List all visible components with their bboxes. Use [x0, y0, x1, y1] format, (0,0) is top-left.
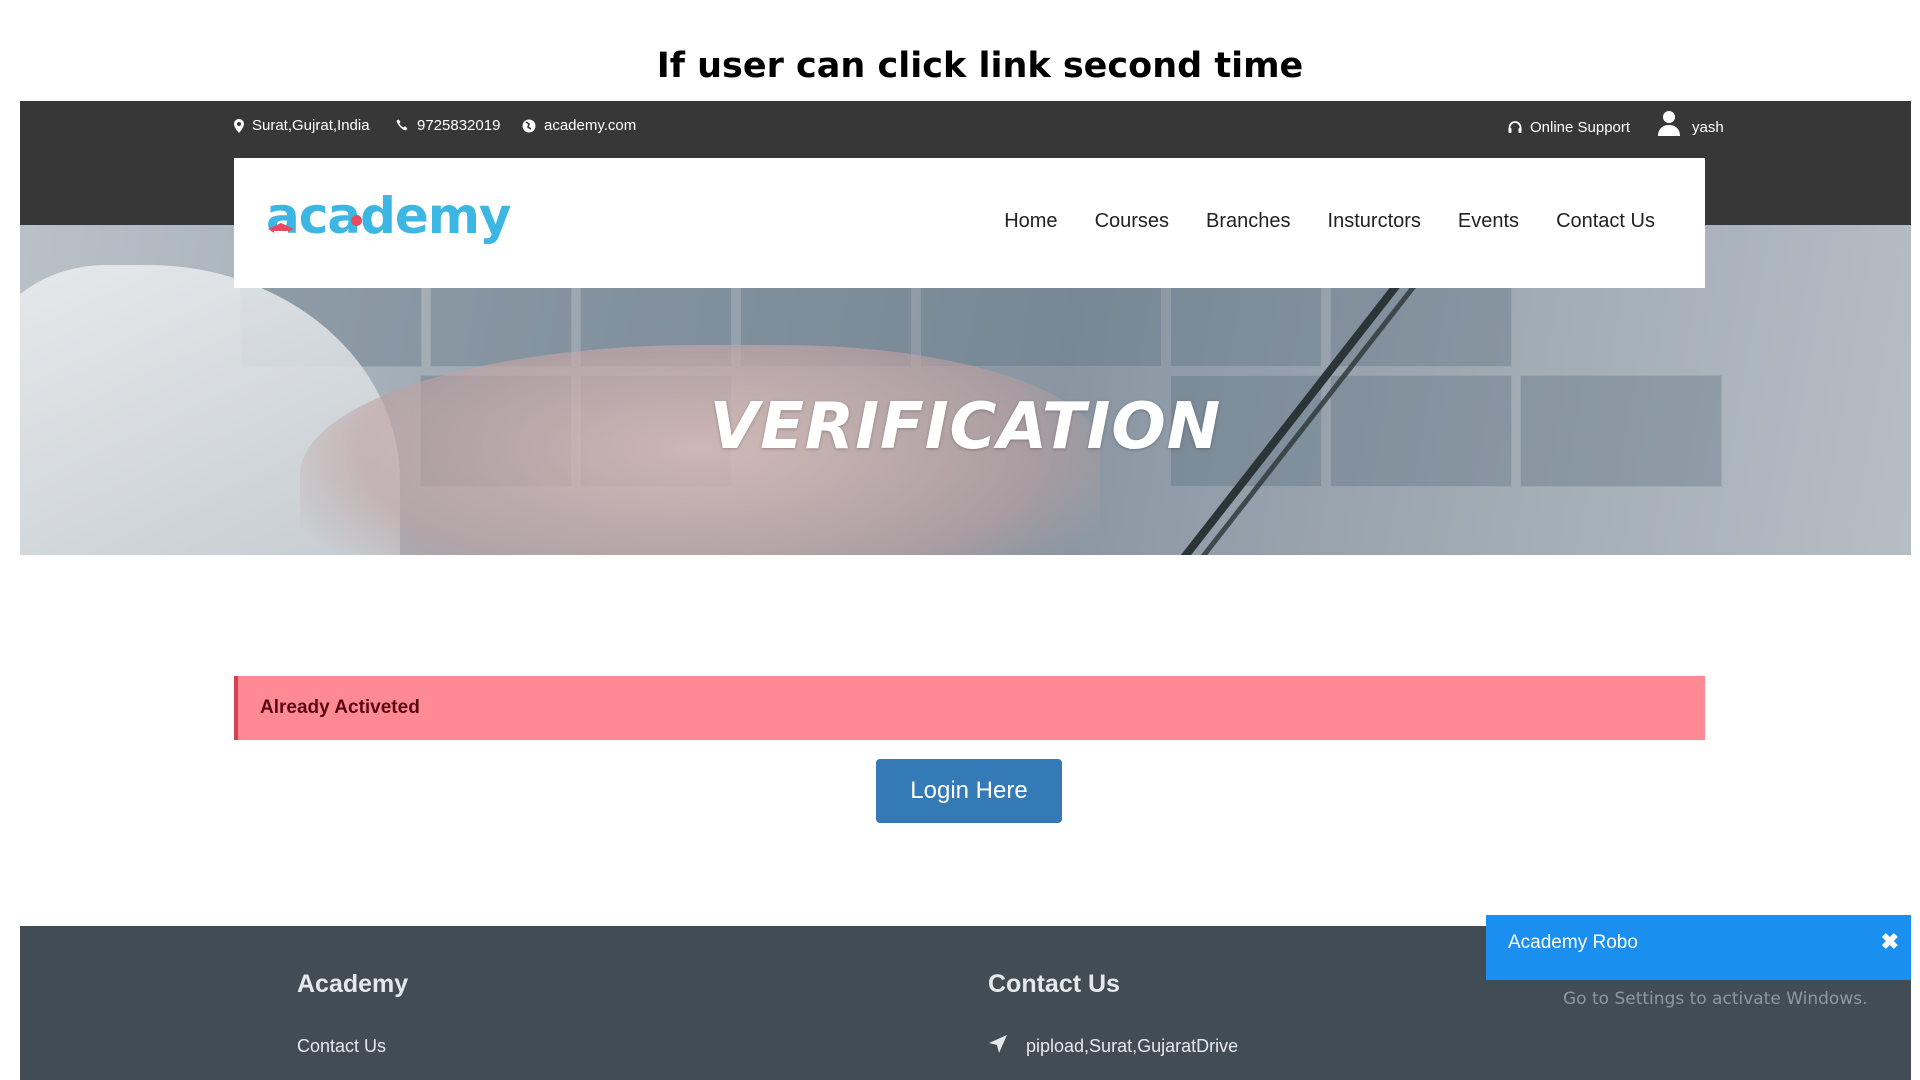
user-menu[interactable]: yash	[1658, 109, 1724, 136]
location-arrow-icon	[988, 1034, 1008, 1059]
chat-widget-title: Academy Robo	[1508, 932, 1638, 953]
main-navbar: academy Home Courses Branches Insturctor…	[234, 158, 1705, 288]
close-icon[interactable]: ✖	[1881, 929, 1899, 955]
online-support-link[interactable]: Online Support	[1508, 119, 1630, 136]
location-text: Surat,Gujrat,India	[252, 117, 370, 134]
user-name: yash	[1692, 119, 1724, 136]
logo-text: academy	[266, 187, 512, 245]
address-text: pipload,Surat,GujaratDrive	[1026, 1036, 1239, 1056]
user-icon	[1658, 110, 1680, 136]
phone-icon	[396, 119, 409, 132]
globe-icon	[522, 119, 536, 133]
footer-academy-heading: Academy	[297, 970, 409, 998]
location-info: Surat,Gujrat,India	[234, 117, 370, 134]
academy-logo[interactable]: academy	[266, 186, 512, 246]
login-here-button[interactable]: Login Here	[876, 759, 1062, 823]
nav-branches[interactable]: Branches	[1206, 210, 1291, 233]
chat-widget[interactable]: Academy Robo ✖	[1486, 915, 1911, 980]
website-text[interactable]: academy.com	[544, 117, 636, 134]
nav-menu: Home Courses Branches Insturctors Events…	[1004, 210, 1655, 233]
page-caption: If user can click link second time	[656, 46, 1304, 86]
nav-instructors[interactable]: Insturctors	[1328, 210, 1421, 233]
hero-title: VERIFICATION	[709, 390, 1222, 464]
nav-home[interactable]: Home	[1004, 210, 1057, 233]
footer-contact-heading: Contact Us	[988, 970, 1120, 998]
map-marker-icon	[234, 118, 244, 133]
already-activated-alert: Already Activeted	[234, 676, 1705, 740]
graduation-cap-icon	[268, 192, 294, 252]
nav-contact-us[interactable]: Contact Us	[1556, 210, 1655, 233]
headset-icon	[1508, 121, 1522, 134]
windows-watermark-subtitle: Go to Settings to activate Windows.	[1563, 989, 1868, 1009]
footer-contact-us-link[interactable]: Contact Us	[297, 1036, 386, 1057]
nav-courses[interactable]: Courses	[1095, 210, 1169, 233]
alert-message: Already Activeted	[260, 697, 420, 718]
logo-dot	[351, 215, 362, 226]
phone-text[interactable]: 9725832019	[417, 117, 500, 134]
footer-address: pipload,Surat,GujaratDrive	[988, 1034, 1238, 1059]
phone-info: 9725832019	[396, 117, 500, 134]
nav-events[interactable]: Events	[1458, 210, 1519, 233]
online-support-text: Online Support	[1530, 119, 1631, 136]
website-info: academy.com	[522, 117, 636, 134]
